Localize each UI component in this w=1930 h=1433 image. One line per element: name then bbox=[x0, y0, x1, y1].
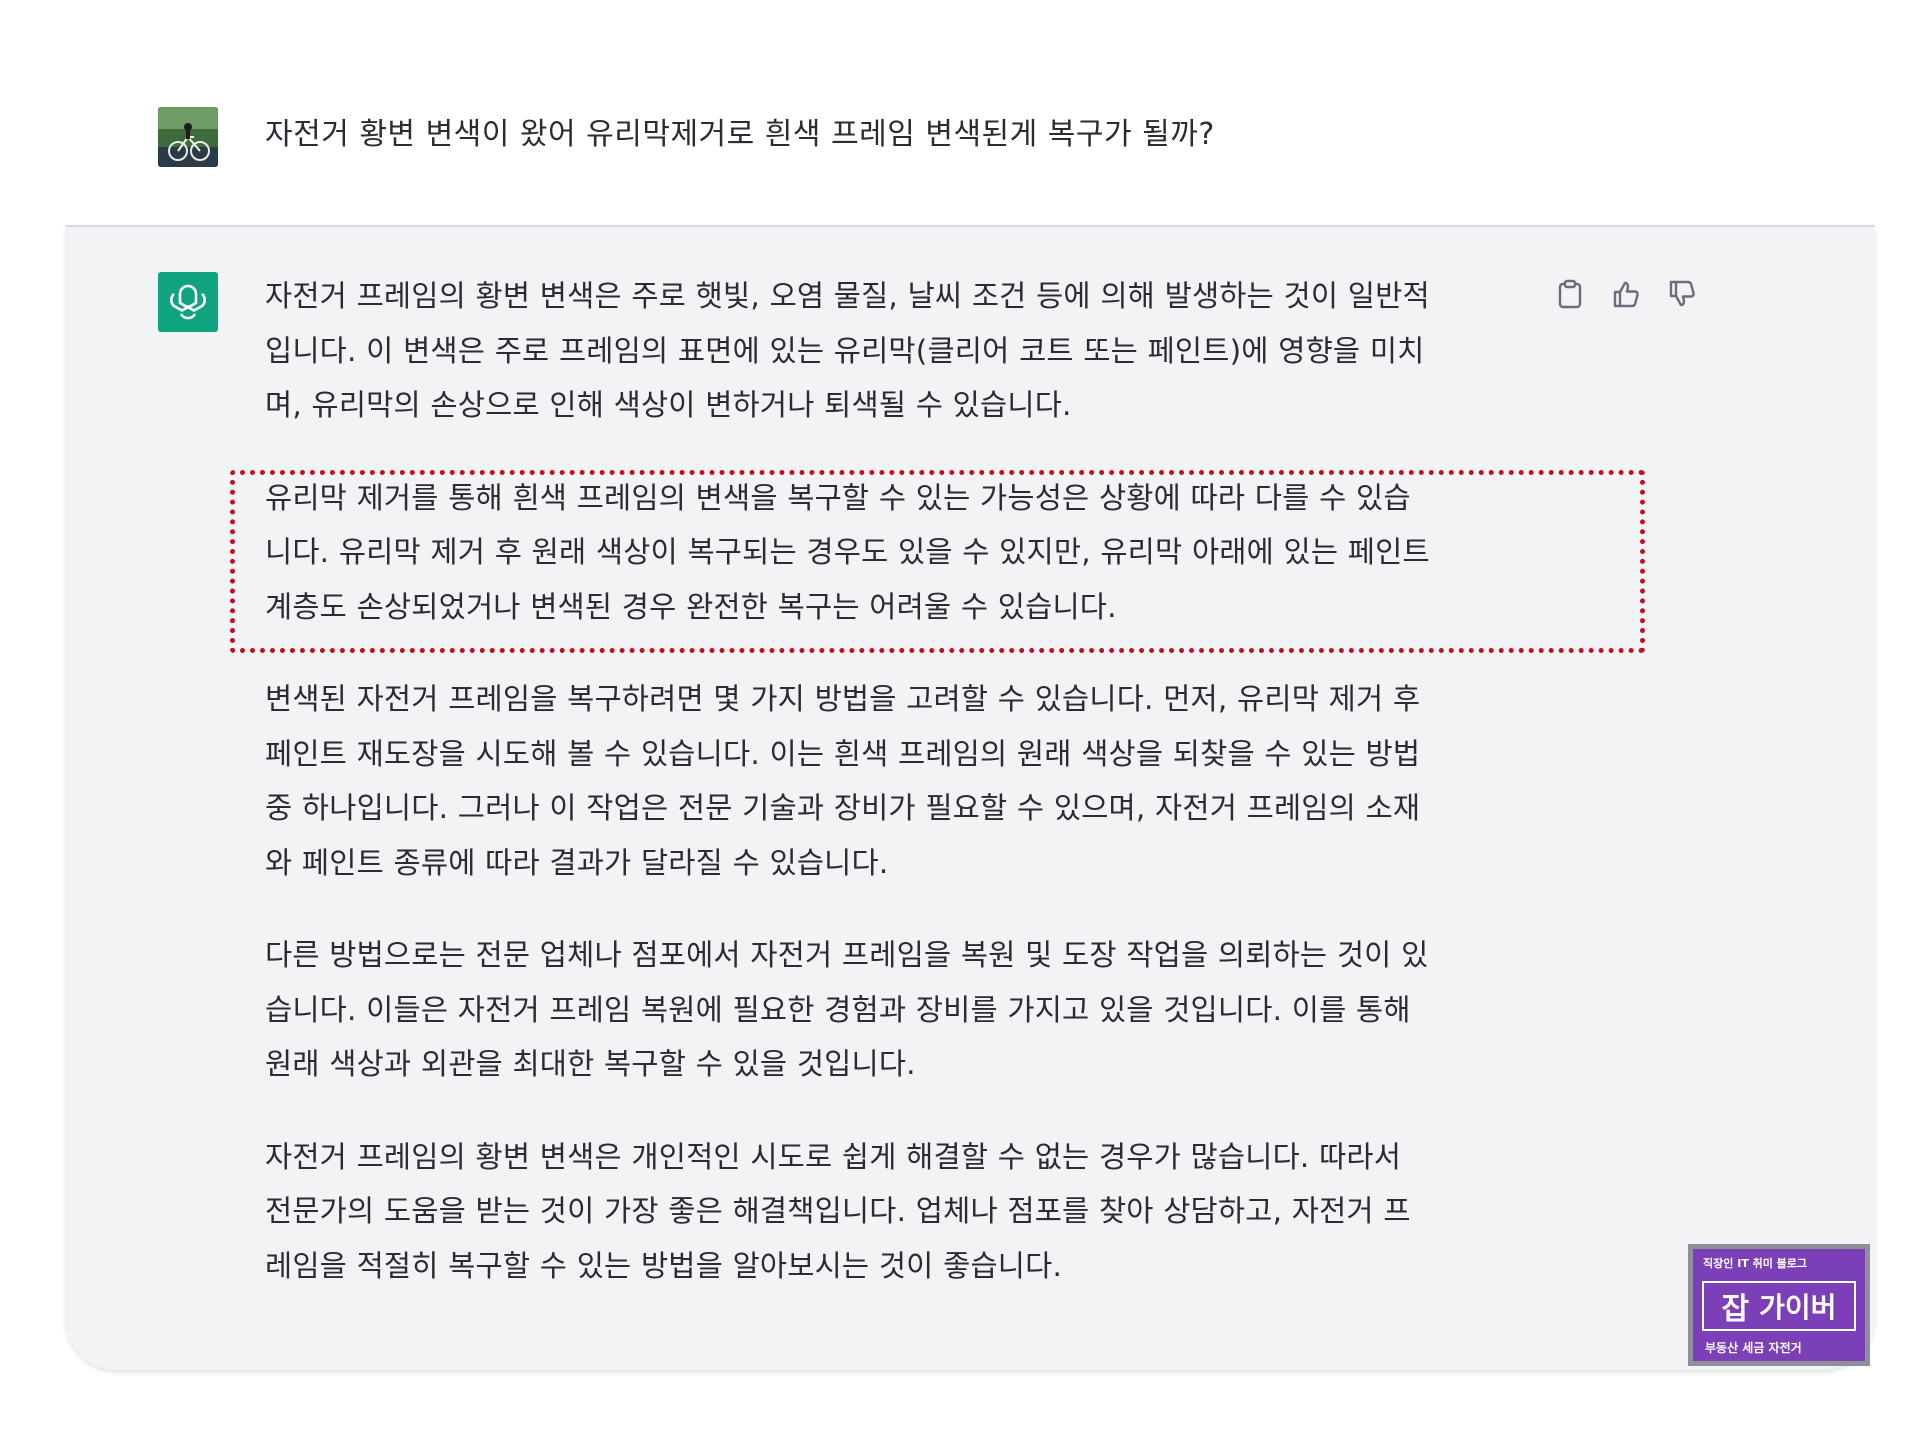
paragraph-highlighted: 유리막 제거를 통해 흰색 프레임의 변색을 복구할 수 있는 가능성은 상황에… bbox=[265, 471, 1595, 635]
text-line: 계층도 손상되었거나 변색된 경우 완전한 복구는 어려울 수 있습니다. bbox=[265, 589, 1117, 624]
text-line: 유리막 제거를 통해 흰색 프레임의 변색을 복구할 수 있는 가능성은 상황에… bbox=[265, 480, 1411, 515]
chatgpt-logo-icon bbox=[158, 272, 218, 332]
text-line: 중 하나입니다. 그러나 이 작업은 전문 기술과 장비가 필요할 수 있으며,… bbox=[265, 791, 1421, 825]
user-avatar bbox=[158, 107, 218, 167]
text-line: 자전거 프레임의 황변 변색은 개인적인 시도로 쉽게 해결할 수 없는 경우가… bbox=[265, 1139, 1402, 1174]
thumbs-down-button[interactable] bbox=[1665, 277, 1699, 311]
text-line: 와 페인트 종류에 따라 결과가 달라질 수 있습니다. bbox=[265, 845, 889, 880]
text-line: 습니다. 이들은 자전거 프레임 복원에 필요한 경험과 장비를 가지고 있을 … bbox=[265, 992, 1411, 1027]
text-line: 니다. 유리막 제거 후 원래 색상이 복구되는 경우도 있을 수 있지만, 유… bbox=[265, 535, 1430, 569]
badge-topics: 부동산 세금 자전거 bbox=[1705, 1341, 1802, 1355]
text-line: 변색된 자전거 프레임을 복구하려면 몇 가지 방법을 고려할 수 있습니다. … bbox=[265, 682, 1421, 716]
chat-page: 자전거 황변 변색이 왔어 유리막제거로 흰색 프레임 변색된게 복구가 될까? bbox=[0, 0, 1930, 1433]
paragraph: 자전거 프레임의 황변 변색은 개인적인 시도로 쉽게 해결할 수 없는 경우가… bbox=[265, 1130, 1595, 1294]
text-line: 며, 유리막의 손상으로 인해 색상이 변하거나 퇴색될 수 있습니다. bbox=[265, 388, 1072, 422]
openai-knot-icon bbox=[170, 284, 206, 320]
thumbs-up-icon bbox=[1613, 281, 1639, 308]
bicycle-photo-icon bbox=[158, 107, 218, 167]
assistant-message-content: 자전거 프레임의 황변 변색은 주로 햇빛, 오염 물질, 날씨 조건 등에 의… bbox=[265, 269, 1595, 1331]
badge-logo: 잡 가이버 bbox=[1702, 1281, 1856, 1331]
thumbs-up-button[interactable] bbox=[1609, 277, 1643, 311]
text-line: 레임을 적절히 복구할 수 있는 방법을 알아보시는 것이 좋습니다. bbox=[265, 1248, 1063, 1283]
thumbs-down-icon bbox=[1669, 280, 1695, 307]
badge-name: 가이버 bbox=[1759, 1291, 1837, 1324]
blog-watermark-badge: 직장인 IT 취미 블로그 잡 가이버 부동산 세금 자전거 bbox=[1688, 1244, 1870, 1366]
text-line: 자전거 프레임의 황변 변색은 주로 햇빛, 오염 물질, 날씨 조건 등에 의… bbox=[265, 279, 1430, 313]
text-line: 원래 색상과 외관을 최대한 복구할 수 있을 것입니다. bbox=[265, 1047, 916, 1081]
text-line: 입니다. 이 변색은 주로 프레임의 표면에 있는 유리막(클리어 코트 또는 … bbox=[265, 333, 1425, 368]
user-message-text: 자전거 황변 변색이 왔어 유리막제거로 흰색 프레임 변색된게 복구가 될까? bbox=[265, 117, 1215, 152]
badge-char: 잡 bbox=[1721, 1292, 1750, 1327]
text-line: 페인트 재도장을 시도해 볼 수 있습니다. 이는 흰색 프레임의 원래 색상을… bbox=[265, 736, 1421, 771]
paragraph: 변색된 자전거 프레임을 복구하려면 몇 가지 방법을 고려할 수 있습니다. … bbox=[265, 672, 1595, 890]
assistant-message-block: 자전거 프레임의 황변 변색은 주로 햇빛, 오염 물질, 날씨 조건 등에 의… bbox=[65, 227, 1875, 1370]
text-line: 전문가의 도움을 받는 것이 가장 좋은 해결책입니다. 업체나 점포를 찾아 … bbox=[265, 1194, 1411, 1228]
text-line: 다른 방법으로는 전문 업체나 점포에서 자전거 프레임을 복원 및 도장 작업… bbox=[265, 938, 1429, 972]
paragraph: 자전거 프레임의 황변 변색은 주로 햇빛, 오염 물질, 날씨 조건 등에 의… bbox=[265, 269, 1595, 433]
user-message-block: 자전거 황변 변색이 왔어 유리막제거로 흰색 프레임 변색된게 복구가 될까? bbox=[65, 75, 1875, 227]
badge-tagline: 직장인 IT 취미 블로그 bbox=[1703, 1257, 1808, 1270]
paragraph: 다른 방법으로는 전문 업체나 점포에서 자전거 프레임을 복원 및 도장 작업… bbox=[265, 928, 1595, 1092]
